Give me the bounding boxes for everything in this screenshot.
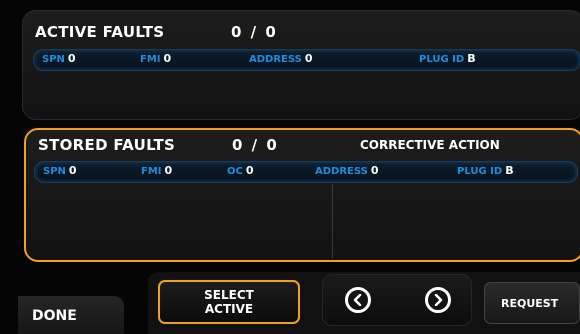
select-label-line1: SELECT (204, 288, 254, 302)
stored-oc-label: OC (227, 166, 243, 177)
stored-plugid-label: PLUG ID (457, 166, 503, 177)
stored-fmi-label: FMI (141, 166, 162, 177)
stored-spn-value: 0 (68, 164, 77, 177)
active-faults-count: 0 / 0 (231, 23, 278, 41)
stored-oc-field: OC 0 (227, 164, 254, 177)
stored-address-field: ADDRESS 0 (315, 164, 378, 177)
stored-faults-title: STORED FAULTS (38, 136, 176, 154)
stored-spn-field: SPN 0 (43, 164, 77, 177)
active-faults-title: ACTIVE FAULTS (35, 23, 165, 41)
active-fmi-label: FMI (140, 54, 161, 65)
stored-fields-bar: SPN 0 FMI 0 OC 0 ADDRESS 0 PLUG ID B (34, 161, 578, 183)
stored-plugid-value: B (505, 164, 514, 177)
active-plugid-value: B (467, 52, 476, 65)
stored-faults-panel: STORED FAULTS 0 / 0 CORRECTIVE ACTION SP… (24, 128, 580, 262)
stored-faults-count: 0 / 0 (232, 136, 279, 154)
active-faults-panel: ACTIVE FAULTS 0 / 0 SPN 0 FMI 0 ADDRESS 0 P… (22, 10, 580, 120)
fault-screen: ACTIVE FAULTS 0 / 0 SPN 0 FMI 0 ADDRESS 0 P… (0, 0, 580, 334)
active-spn-value: 0 (67, 52, 76, 65)
chevron-left-icon[interactable] (345, 287, 371, 313)
active-fmi-field: FMI 0 (140, 52, 171, 65)
active-address-label: ADDRESS (249, 54, 302, 65)
active-fields-bar: SPN 0 FMI 0 ADDRESS 0 PLUG ID B (33, 49, 580, 71)
select-active-button[interactable]: SELECT ACTIVE (158, 280, 300, 324)
stored-fmi-field: FMI 0 (141, 164, 172, 177)
done-button[interactable]: DONE (18, 296, 124, 334)
select-label-line2: ACTIVE (204, 302, 254, 316)
column-divider (332, 184, 333, 258)
active-address-value: 0 (304, 52, 313, 65)
stored-plugid-field: PLUG ID B (457, 164, 514, 177)
nav-group (322, 274, 472, 326)
stored-fmi-value: 0 (164, 164, 173, 177)
active-plugid-label: PLUG ID (419, 54, 465, 65)
active-plugid-field: PLUG ID B (419, 52, 476, 65)
chevron-left-glyph (353, 294, 362, 306)
request-button[interactable]: REQUEST (484, 282, 580, 324)
active-spn-label: SPN (42, 54, 65, 65)
chevron-right-icon[interactable] (425, 287, 451, 313)
stored-oc-value: 0 (245, 164, 254, 177)
active-spn-field: SPN 0 (42, 52, 76, 65)
stored-address-value: 0 (370, 164, 379, 177)
stored-spn-label: SPN (43, 166, 66, 177)
active-fmi-value: 0 (163, 52, 172, 65)
active-address-field: ADDRESS 0 (249, 52, 312, 65)
corrective-action-label: CORRECTIVE ACTION (360, 138, 500, 152)
chevron-right-glyph (434, 294, 443, 306)
stored-address-label: ADDRESS (315, 166, 368, 177)
